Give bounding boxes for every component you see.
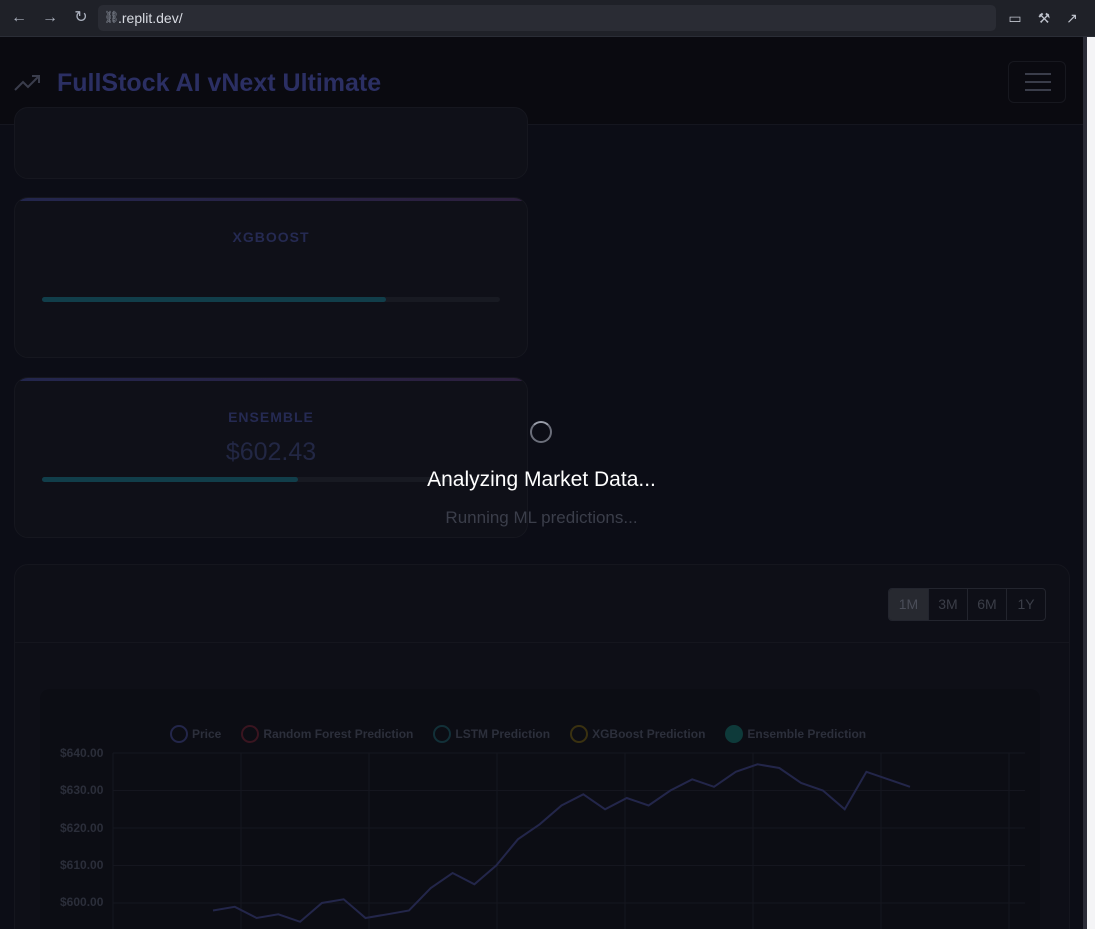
- scrollbar[interactable]: [1083, 37, 1095, 929]
- address-bar[interactable]: ⛓ .replit.dev/: [98, 5, 996, 31]
- link-icon: ⛓: [104, 10, 120, 24]
- app-viewport: FullStock AI vNext Ultimate XGBOOST ENSE…: [0, 37, 1083, 929]
- forward-icon[interactable]: →: [39, 8, 61, 28]
- browser-toolbar: ← → ↻ ⛓ .replit.dev/ ▭ ⚒ ↗: [0, 0, 1095, 37]
- wrench-icon[interactable]: ⚒: [1035, 9, 1053, 27]
- devices-icon[interactable]: ▭: [1006, 9, 1024, 27]
- loading-subtitle: Running ML predictions...: [445, 508, 638, 527]
- back-icon[interactable]: ←: [8, 8, 30, 28]
- url-text: .replit.dev/: [118, 10, 183, 26]
- loading-spinner: [530, 421, 552, 443]
- loading-title: Analyzing Market Data...: [427, 468, 656, 491]
- reload-icon[interactable]: ↻: [70, 8, 92, 28]
- price-series-line: [212, 763, 911, 923]
- external-link-icon[interactable]: ↗: [1063, 9, 1081, 27]
